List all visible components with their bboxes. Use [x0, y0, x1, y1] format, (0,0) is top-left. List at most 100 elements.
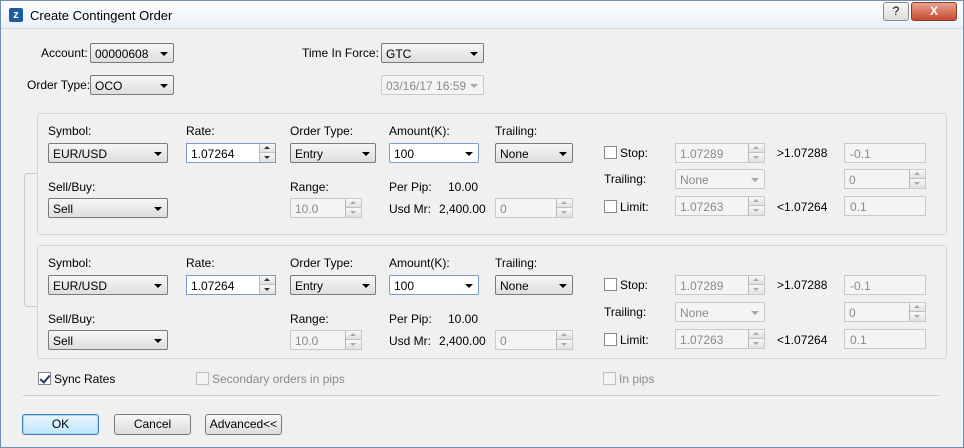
- spin-down-icon: [749, 153, 764, 162]
- spin-up-icon: [749, 276, 764, 285]
- stop-trailing-value: None: [680, 173, 709, 187]
- rate-stepper[interactable]: 1.07264: [186, 143, 276, 163]
- trailing-label: Trailing:: [495, 256, 538, 270]
- spin-down-icon: [557, 340, 572, 349]
- chevron-down-icon: [362, 284, 370, 288]
- order-type-select[interactable]: OCO: [90, 75, 174, 95]
- sell-buy-select[interactable]: Sell: [48, 330, 168, 350]
- title-bar: z Create Contingent Order ? X: [1, 1, 963, 29]
- spin-up-icon[interactable]: [260, 276, 275, 285]
- limit-label: Limit:: [620, 200, 649, 214]
- stop-rate-value: 1.07289: [680, 147, 724, 161]
- close-button[interactable]: X: [911, 2, 957, 21]
- spin-up-icon[interactable]: [260, 144, 275, 153]
- limit-rate-value: 1.07263: [680, 333, 724, 347]
- amount-select[interactable]: 100: [389, 143, 479, 163]
- spin-down-icon: [749, 206, 764, 215]
- chevron-down-icon: [470, 52, 478, 56]
- spin-down-icon: [749, 285, 764, 294]
- limit-checkbox[interactable]: [604, 200, 617, 213]
- stop-trailing-stepper: 0: [844, 302, 926, 322]
- entry-order-type-label: Order Type:: [290, 256, 354, 270]
- trailing-select[interactable]: None: [495, 143, 573, 163]
- stop-trailing-select: None: [675, 302, 765, 322]
- symbol-select[interactable]: EUR/USD: [48, 143, 168, 163]
- spin-up-icon: [749, 144, 764, 153]
- entry-order-type-label: Order Type:: [290, 124, 354, 138]
- limit-pips-value: 0.1: [850, 200, 867, 214]
- spin-down-icon[interactable]: [260, 285, 275, 294]
- range-stepper: 10.0: [290, 198, 362, 218]
- chevron-down-icon: [465, 152, 473, 156]
- account-select[interactable]: 00000608: [90, 43, 174, 63]
- help-button[interactable]: ?: [883, 2, 909, 21]
- trailing-step-value: 0: [500, 334, 507, 348]
- rate-value: 1.07264: [191, 147, 235, 161]
- expiry-datetime-select: 03/16/17 16:59: [381, 75, 484, 95]
- usd-mr-value: 2,400.00: [439, 334, 486, 348]
- window-title: Create Contingent Order: [30, 8, 173, 23]
- per-pip-value: 10.00: [448, 312, 479, 326]
- amount-value: 100: [394, 147, 415, 161]
- spin-down-icon: [346, 340, 361, 349]
- limit-checkbox[interactable]: [604, 333, 617, 346]
- entry-order-type-value: Entry: [295, 147, 324, 161]
- stop-rate-value: 1.07289: [680, 279, 724, 293]
- amount-value: 100: [394, 279, 415, 293]
- stop-trailing-label: Trailing:: [604, 305, 647, 319]
- stop-trailing-value: None: [680, 306, 709, 320]
- limit-pips-field: 0.1: [844, 196, 926, 216]
- stop-pips-value: -0.1: [850, 147, 871, 161]
- sync-rates-checkbox[interactable]: [38, 372, 51, 385]
- divider: [23, 395, 939, 396]
- sell-buy-label: Sell/Buy:: [48, 180, 96, 194]
- ok-button[interactable]: OK: [22, 414, 99, 435]
- spin-down-icon: [749, 339, 764, 348]
- spin-up-icon: [910, 303, 925, 312]
- stop-label: Stop:: [620, 278, 649, 292]
- spin-down-icon[interactable]: [260, 153, 275, 162]
- stop-rate-stepper: 1.07289: [675, 275, 765, 295]
- advanced-button[interactable]: Advanced<<: [205, 414, 282, 435]
- time-in-force-select[interactable]: GTC: [381, 43, 484, 63]
- cancel-button[interactable]: Cancel: [114, 414, 191, 435]
- sync-rates-label: Sync Rates: [54, 372, 116, 386]
- trailing-select[interactable]: None: [495, 275, 573, 295]
- spin-up-icon: [749, 330, 764, 339]
- spin-down-icon: [557, 208, 572, 217]
- oco-link-bracket: [24, 173, 38, 307]
- spin-up-icon: [557, 199, 572, 208]
- trailing-value: None: [500, 147, 529, 161]
- stop-trailing-label: Trailing:: [604, 172, 647, 186]
- amount-select[interactable]: 100: [389, 275, 479, 295]
- limit-rate-stepper: 1.07263: [675, 329, 765, 349]
- entry-order-type-value: Entry: [295, 279, 324, 293]
- usd-mr-value: 2,400.00: [439, 202, 486, 216]
- stop-rate-stepper: 1.07289: [675, 143, 765, 163]
- stop-checkbox[interactable]: [604, 278, 617, 291]
- symbol-select[interactable]: EUR/USD: [48, 275, 168, 295]
- trailing-label: Trailing:: [495, 124, 538, 138]
- rate-stepper[interactable]: 1.07264: [186, 275, 276, 295]
- spin-up-icon: [346, 331, 361, 340]
- range-label: Range:: [290, 312, 329, 326]
- create-contingent-order-dialog: z Create Contingent Order ? X Account: 0…: [0, 0, 964, 448]
- app-icon: z: [9, 8, 23, 22]
- trailing-step-stepper: 0: [495, 330, 573, 350]
- entry-order-type-select[interactable]: Entry: [290, 143, 376, 163]
- secondary-pips-checkbox: [196, 372, 209, 385]
- sell-buy-value: Sell: [53, 334, 74, 348]
- limit-pips-value: 0.1: [850, 333, 867, 347]
- stop-pips-field: -0.1: [844, 275, 926, 295]
- chevron-down-icon: [362, 152, 370, 156]
- stop-checkbox[interactable]: [604, 146, 617, 159]
- sell-buy-select[interactable]: Sell: [48, 198, 168, 218]
- symbol-label: Symbol:: [48, 124, 92, 138]
- entry-order-type-select[interactable]: Entry: [290, 275, 376, 295]
- in-pips-label: In pips: [619, 372, 655, 386]
- stop-trailing-num: 0: [849, 306, 856, 320]
- spin-down-icon: [346, 208, 361, 217]
- amount-label: Amount(K):: [389, 256, 450, 270]
- chevron-down-icon: [154, 284, 162, 288]
- expiry-value: 03/16/17 16:59: [386, 79, 467, 93]
